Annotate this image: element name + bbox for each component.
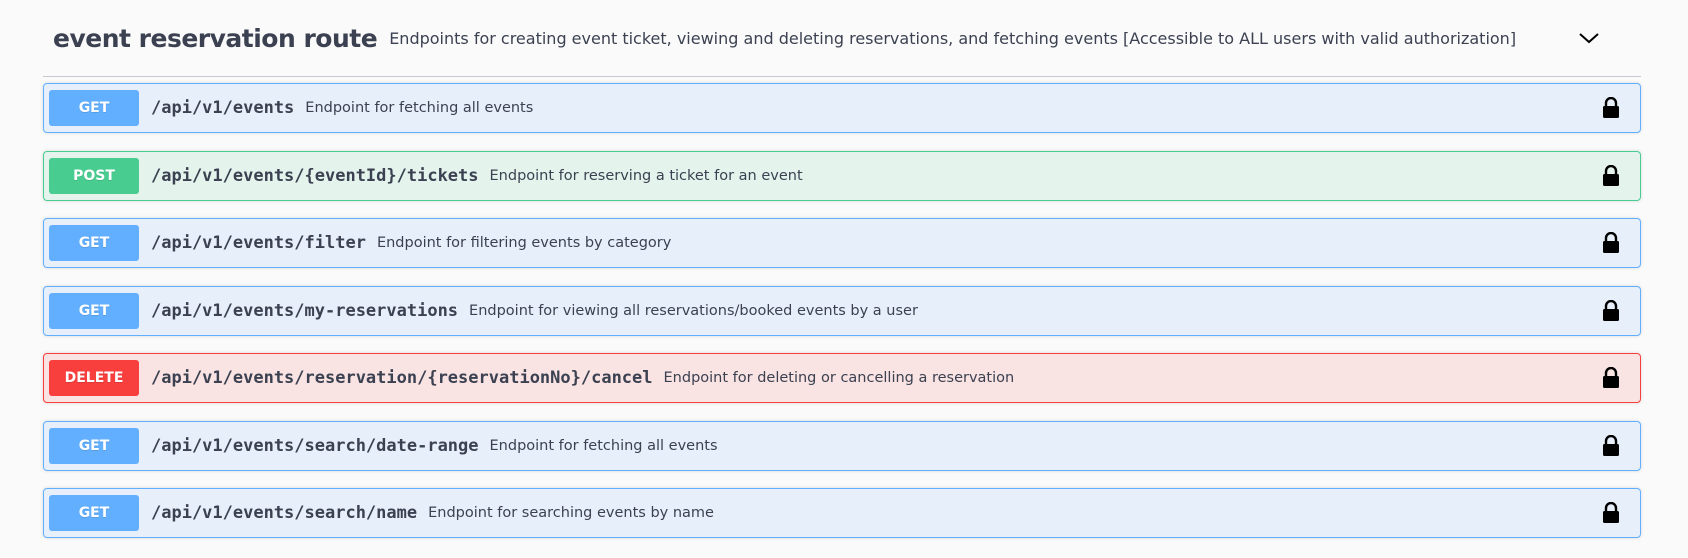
method-badge: DELETE bbox=[49, 360, 139, 396]
method-badge: GET bbox=[49, 427, 139, 464]
operation-row[interactable]: GET /api/v1/events/search/name Endpoint … bbox=[43, 488, 1641, 538]
operation-row[interactable]: GET /api/v1/events/search/date-range End… bbox=[43, 420, 1641, 471]
method-badge: GET bbox=[49, 292, 139, 329]
chevron-down-icon[interactable] bbox=[1577, 26, 1601, 50]
operation-row[interactable]: DELETE /api/v1/events/reservation/{reser… bbox=[43, 353, 1641, 403]
tag-name: event reservation route bbox=[53, 23, 378, 53]
lock-icon[interactable] bbox=[1602, 97, 1620, 119]
operation-path: /api/v1/events/reservation/{reservationN… bbox=[151, 368, 653, 388]
operation-path: /api/v1/events/search/date-range bbox=[151, 435, 479, 456]
operation-row[interactable]: GET /api/v1/events Endpoint for fetching… bbox=[43, 83, 1641, 133]
method-badge: POST bbox=[49, 157, 139, 194]
tag-description: Endpoints for creating event ticket, vie… bbox=[389, 28, 1517, 48]
lock-icon[interactable] bbox=[1602, 434, 1620, 457]
lock-icon[interactable] bbox=[1602, 232, 1620, 254]
operation-path: /api/v1/events/filter bbox=[151, 233, 366, 253]
operation-path: /api/v1/events bbox=[151, 98, 295, 118]
lock-icon[interactable] bbox=[1602, 164, 1620, 187]
operation-row[interactable]: POST /api/v1/events/{eventId}/tickets En… bbox=[43, 150, 1641, 201]
operation-row[interactable]: GET /api/v1/events/filter Endpoint for f… bbox=[43, 218, 1641, 268]
lock-icon[interactable] bbox=[1602, 502, 1620, 524]
method-badge: GET bbox=[49, 495, 139, 531]
operation-summary: Endpoint for reserving a ticket for an e… bbox=[489, 167, 803, 184]
lock-icon[interactable] bbox=[1602, 299, 1620, 322]
operation-path: /api/v1/events/search/name bbox=[151, 503, 418, 523]
operation-summary: Endpoint for searching events by name bbox=[428, 505, 714, 521]
operation-row[interactable]: GET /api/v1/events/my-reservations Endpo… bbox=[43, 285, 1641, 336]
operations-list: GET /api/v1/events Endpoint for fetching… bbox=[43, 83, 1641, 556]
tag-section: event reservation route Endpoints for cr… bbox=[43, 0, 1641, 538]
operation-summary: Endpoint for filtering events by categor… bbox=[376, 235, 672, 251]
method-badge: GET bbox=[49, 225, 139, 261]
operation-summary: Endpoint for fetching all events bbox=[305, 100, 534, 116]
operation-summary: Endpoint for viewing all reservations/bo… bbox=[469, 302, 918, 319]
operation-path: /api/v1/events/my-reservations bbox=[151, 300, 459, 321]
tag-header[interactable]: event reservation route Endpoints for cr… bbox=[43, 0, 1641, 77]
operation-summary: Endpoint for deleting or cancelling a re… bbox=[663, 370, 1015, 386]
lock-icon[interactable] bbox=[1602, 367, 1620, 389]
operation-path: /api/v1/events/{eventId}/tickets bbox=[151, 165, 479, 186]
method-badge: GET bbox=[49, 90, 139, 126]
operation-summary: Endpoint for fetching all events bbox=[489, 437, 718, 454]
